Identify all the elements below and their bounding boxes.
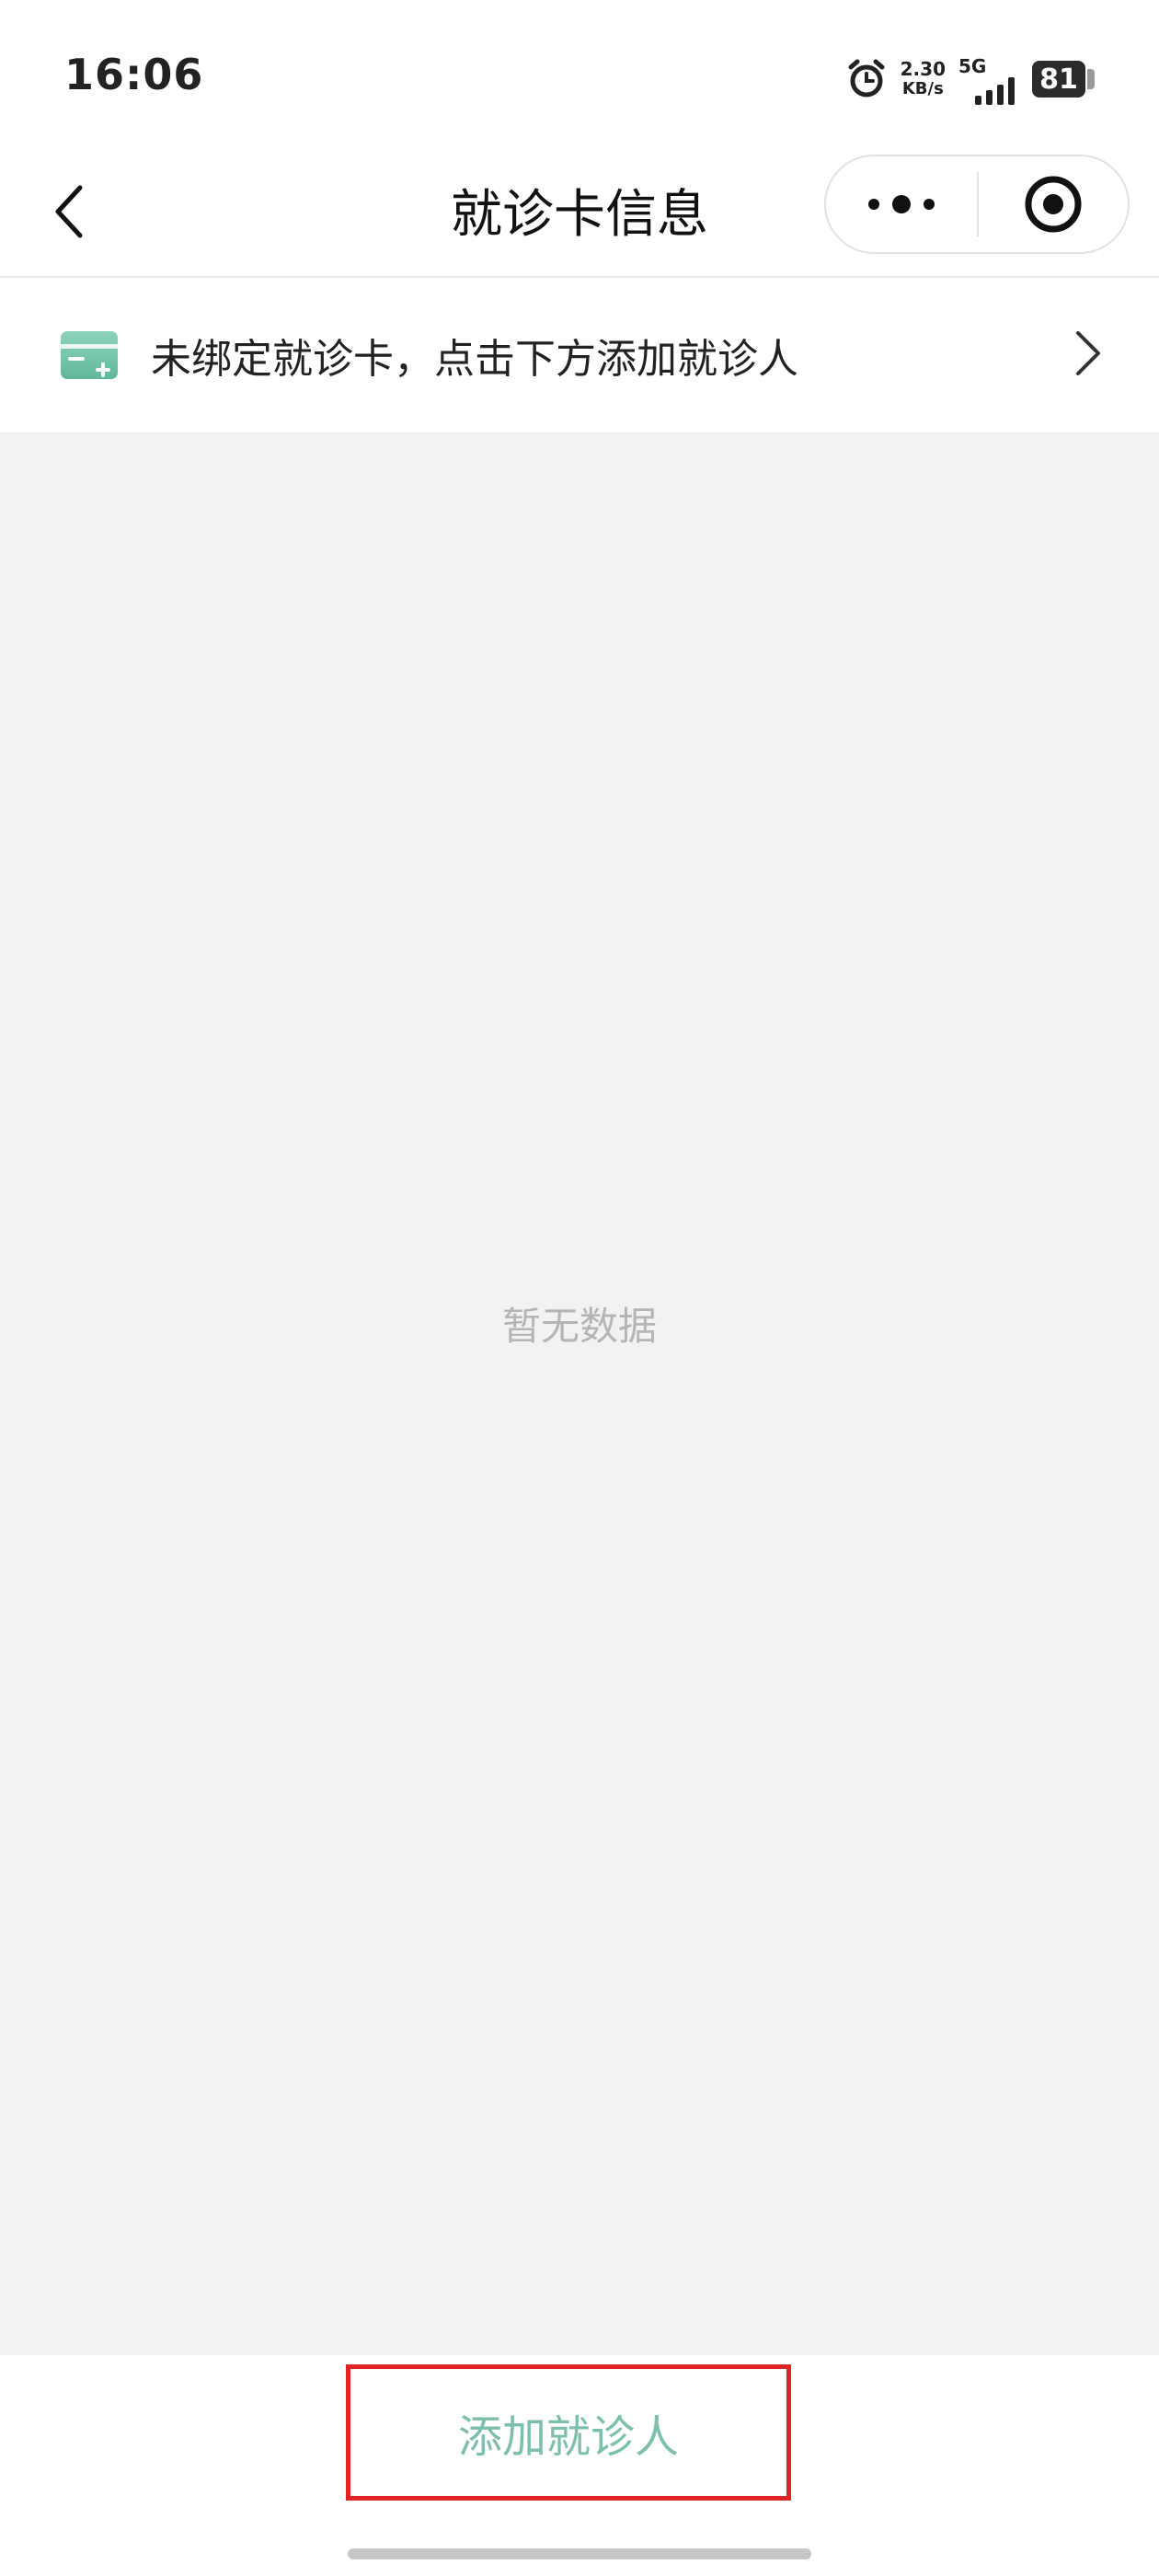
- battery-tip: [1087, 69, 1095, 89]
- chevron-right-icon: [1076, 331, 1100, 375]
- alarm-icon: [845, 58, 888, 100]
- status-icons: 2.30 KB/s 5G 81: [845, 53, 1095, 105]
- back-button[interactable]: [37, 175, 101, 248]
- empty-state-text: 暂无数据: [501, 1304, 657, 1349]
- net-speed-unit: KB/s: [901, 79, 944, 98]
- status-bar: 16:06 2.30 KB/s 5G 81: [0, 0, 1159, 147]
- back-arrow-icon: [55, 185, 83, 238]
- miniprogram-capsule: [824, 155, 1130, 254]
- home-indicator[interactable]: [348, 2548, 811, 2559]
- signal-icon: [975, 77, 1015, 105]
- status-time: 16:06: [64, 50, 204, 99]
- add-patient-button[interactable]: 添加就诊人: [346, 2364, 791, 2501]
- nav-bar: 就诊卡信息: [0, 147, 1159, 278]
- content-area: 暂无数据: [0, 432, 1159, 2355]
- signal-indicator: 5G: [958, 53, 1019, 105]
- more-dots-icon: [868, 195, 935, 213]
- network-type: 5G: [958, 55, 987, 77]
- net-speed: 2.30 KB/s: [901, 59, 946, 99]
- card-add-icon: [61, 331, 118, 379]
- bind-card-notice[interactable]: 未绑定就诊卡，点击下方添加就诊人: [0, 278, 1159, 432]
- battery-level: 81: [1032, 61, 1085, 98]
- battery-icon: 81: [1032, 61, 1095, 98]
- close-target-icon: [1025, 176, 1082, 233]
- bottom-bar: 添加就诊人: [0, 2355, 1159, 2576]
- notice-text: 未绑定就诊卡，点击下方添加就诊人: [151, 336, 798, 383]
- net-speed-value: 2.30: [900, 58, 946, 80]
- add-patient-label: 添加就诊人: [457, 2411, 679, 2463]
- close-button[interactable]: [979, 156, 1128, 252]
- more-button[interactable]: [826, 156, 977, 252]
